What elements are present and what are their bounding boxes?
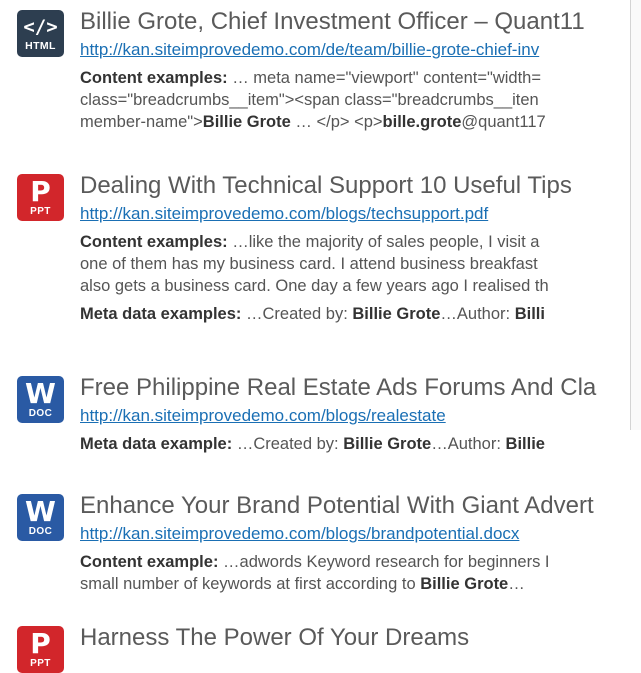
- snippet-line: Content examples: …like the majority of …: [80, 233, 540, 251]
- result-url-link[interactable]: http://kan.siteimprovedemo.com/blogs/bra…: [80, 523, 641, 545]
- snippet-line: small number of keywords at first accord…: [80, 575, 525, 593]
- content-examples: Content examples: … meta name="viewport"…: [80, 67, 641, 133]
- snippet-line: member-name">Billie Grote … </p> <p>bill…: [80, 113, 546, 131]
- result-url-link[interactable]: http://kan.siteimprovedemo.com/blogs/rea…: [80, 405, 641, 427]
- meta-data-example: Meta data example: …Created by: Billie G…: [80, 435, 545, 453]
- result-url-link[interactable]: http://kan.siteimprovedemo.com/blogs/tec…: [80, 203, 641, 225]
- snippet-line: class="breadcrumbs__item"><span class="b…: [80, 91, 539, 109]
- snippet-line: also gets a business card. One day a few…: [80, 277, 549, 295]
- result-title[interactable]: Enhance Your Brand Potential With Giant …: [80, 492, 641, 520]
- content-example: Content example: …adwords Keyword resear…: [80, 551, 641, 595]
- result-title[interactable]: Billie Grote, Chief Investment Officer –…: [80, 8, 641, 36]
- content-examples: Content examples: …like the majority of …: [80, 231, 641, 297]
- meta-data-examples: Meta data examples: …Created by: Billie …: [80, 305, 545, 323]
- word-doc-icon: W DOC: [17, 376, 64, 423]
- word-doc-icon: W DOC: [17, 494, 64, 541]
- ppt-file-icon: P PPT: [17, 174, 64, 221]
- snippet-line: Content example: …adwords Keyword resear…: [80, 553, 550, 571]
- result-title[interactable]: Dealing With Technical Support 10 Useful…: [80, 172, 641, 200]
- result-url-link[interactable]: http://kan.siteimprovedemo.com/de/team/b…: [80, 39, 641, 61]
- html-file-icon: </> HTML: [17, 10, 64, 57]
- snippet-line: one of them has my business card. I atte…: [80, 255, 538, 273]
- result-title[interactable]: Free Philippine Real Estate Ads Forums A…: [80, 374, 641, 402]
- ppt-file-icon: P PPT: [17, 626, 64, 673]
- snippet-line: Content examples: … meta name="viewport"…: [80, 69, 541, 87]
